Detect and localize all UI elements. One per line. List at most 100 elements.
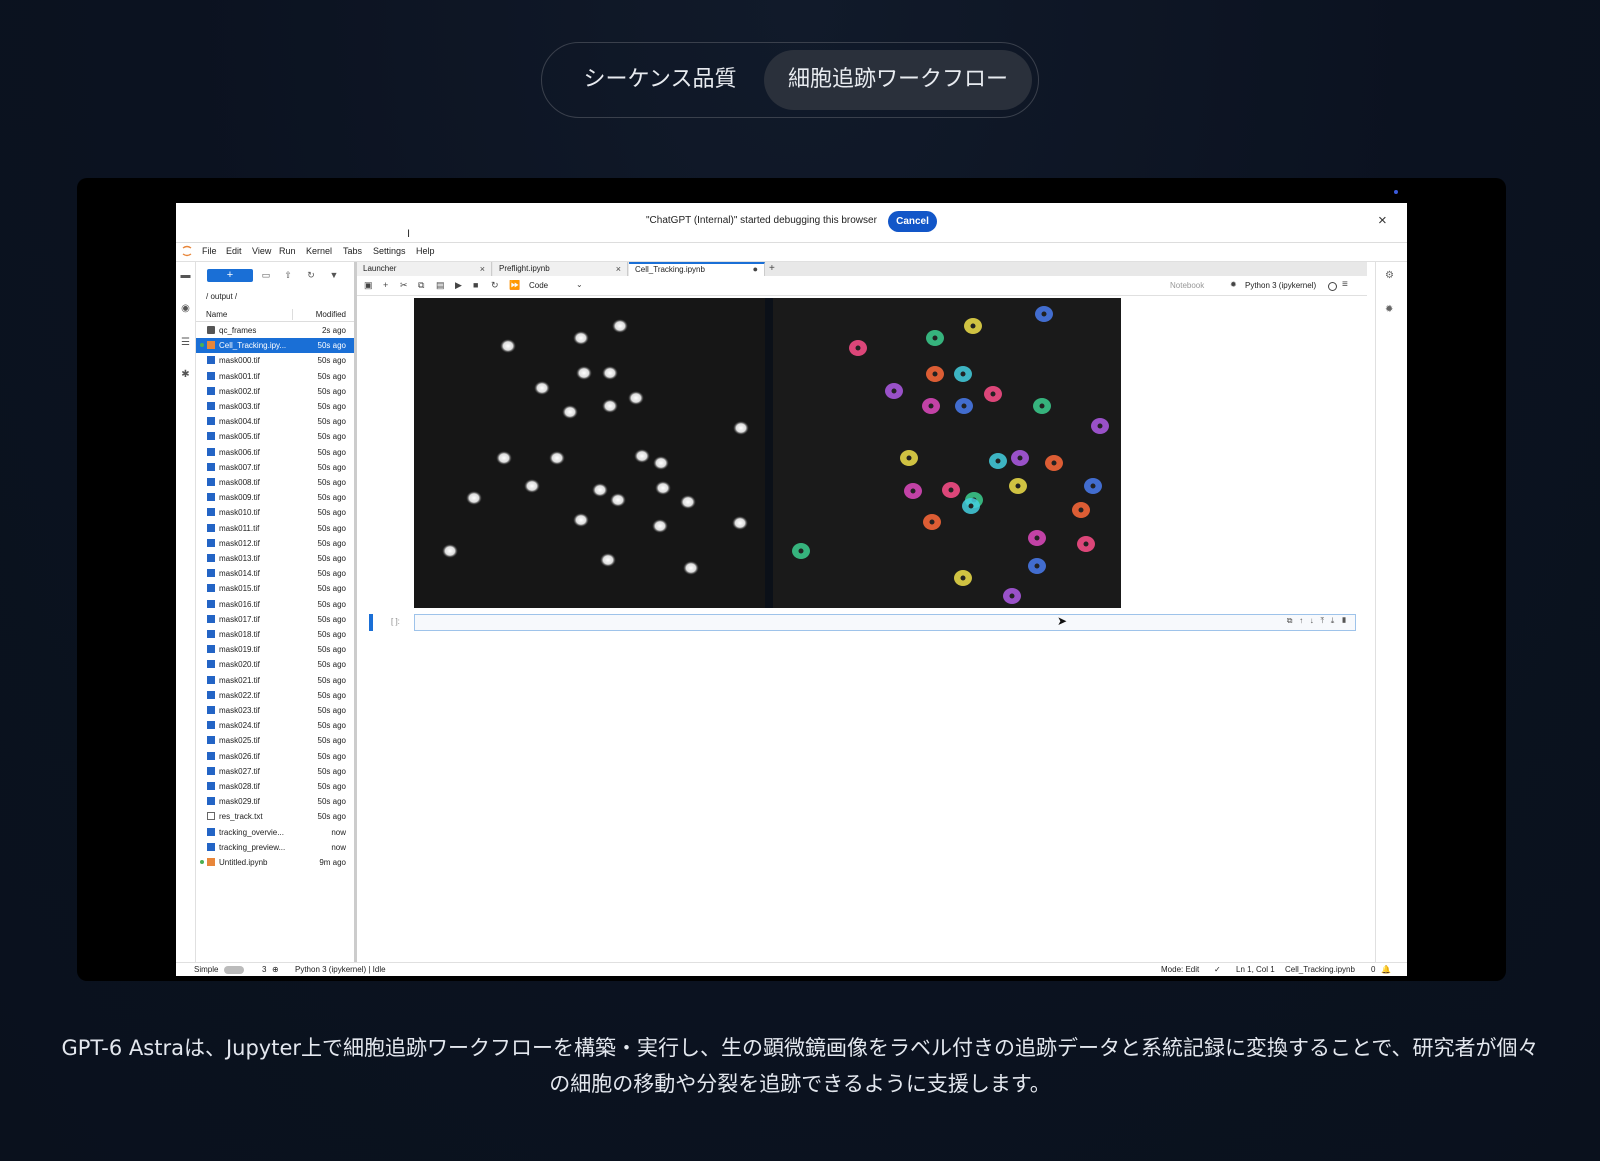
file-modified: 50s ago (317, 508, 346, 518)
kernel-status[interactable]: Python 3 (ipykernel) | Idle (295, 963, 386, 976)
file-row[interactable]: mask017.tif 50s ago (196, 612, 354, 627)
paste-icon[interactable]: ▤ (436, 280, 445, 291)
file-row[interactable]: mask009.tif 50s ago (196, 490, 354, 505)
file-row[interactable]: mask024.tif 50s ago (196, 718, 354, 733)
file-row[interactable]: Untitled.ipynb 9m ago (196, 855, 354, 870)
run-icon[interactable]: ▶ (455, 280, 462, 291)
file-row[interactable]: mask014.tif 50s ago (196, 566, 354, 581)
terminal-count[interactable]: 3 (262, 963, 266, 976)
cursor-position[interactable]: Ln 1, Col 1 (1236, 963, 1275, 976)
debugger-sidebar-icon[interactable]: ✹ (1385, 304, 1393, 315)
new-folder-icon[interactable]: ▭ (260, 269, 272, 281)
duplicate-icon[interactable]: ⧉ (1287, 616, 1293, 625)
close-tab-icon[interactable]: × (480, 262, 485, 276)
close-tab-icon[interactable]: × (616, 262, 621, 276)
cell-label-mark (970, 323, 976, 329)
cancel-button[interactable]: Cancel (888, 211, 937, 232)
file-row[interactable]: mask018.tif 50s ago (196, 627, 354, 642)
file-row[interactable]: mask019.tif 50s ago (196, 642, 354, 657)
toc-icon[interactable]: ☰ (180, 337, 191, 348)
file-row[interactable]: mask004.tif 50s ago (196, 414, 354, 429)
segment-cell-tracking-workflow[interactable]: 細胞追跡ワークフロー (764, 50, 1032, 110)
modified-column-header[interactable]: Modified (316, 310, 346, 319)
close-icon[interactable]: × (1378, 212, 1387, 229)
file-row[interactable]: mask010.tif 50s ago (196, 505, 354, 520)
file-row[interactable]: mask026.tif 50s ago (196, 749, 354, 764)
tab-launcher[interactable]: Launcher × (357, 262, 492, 276)
file-row[interactable]: mask003.tif 50s ago (196, 399, 354, 414)
tab-preflight[interactable]: Preflight.ipynb × (493, 262, 628, 276)
file-row[interactable]: mask028.tif 50s ago (196, 779, 354, 794)
file-row[interactable]: mask020.tif 50s ago (196, 657, 354, 672)
file-row[interactable]: mask007.tif 50s ago (196, 460, 354, 475)
file-row[interactable]: mask023.tif 50s ago (196, 703, 354, 718)
menu-run[interactable]: Run (279, 246, 296, 256)
file-row[interactable]: tracking_preview... now (196, 840, 354, 855)
debugger-icon[interactable]: ✹ (1230, 280, 1237, 289)
stop-icon[interactable]: ■ (473, 280, 478, 290)
copy-icon[interactable]: ⧉ (418, 280, 424, 291)
file-row[interactable]: mask000.tif 50s ago (196, 353, 354, 368)
cell-input[interactable]: ⧉ ↑ ↓ ⤒ ⤓ ▮ (414, 614, 1356, 631)
file-row[interactable]: mask001.tif 50s ago (196, 369, 354, 384)
kernel-name[interactable]: Python 3 (ipykernel) (1245, 281, 1316, 290)
upload-icon[interactable]: ⇧ (282, 269, 294, 281)
menu-view[interactable]: View (252, 246, 271, 256)
file-row[interactable]: mask008.tif 50s ago (196, 475, 354, 490)
file-row[interactable]: tracking_overvie... now (196, 825, 354, 840)
new-launcher-button[interactable]: + (207, 269, 253, 282)
notebook-label[interactable]: Notebook (1170, 281, 1204, 290)
save-icon[interactable]: ▣ (364, 280, 373, 291)
run-all-icon[interactable]: ⏩ (509, 280, 520, 291)
file-row[interactable]: mask011.tif 50s ago (196, 521, 354, 536)
bell-icon[interactable]: 🔔 (1381, 963, 1391, 976)
menu-file[interactable]: File (202, 246, 217, 256)
file-row[interactable]: mask012.tif 50s ago (196, 536, 354, 551)
simple-mode-toggle[interactable] (224, 966, 244, 974)
menu-icon[interactable]: ≡ (1342, 279, 1348, 290)
chevron-down-icon[interactable]: ⌄ (576, 280, 583, 289)
file-row[interactable]: qc_frames 2s ago (196, 323, 354, 338)
kernel-count-icon[interactable]: ⊕ (272, 963, 279, 976)
filter-icon[interactable]: ▼ (328, 269, 340, 281)
file-row[interactable]: mask021.tif 50s ago (196, 673, 354, 688)
menu-tabs[interactable]: Tabs (343, 246, 362, 256)
cell-type-select[interactable]: Code (529, 281, 548, 290)
move-up-icon[interactable]: ↑ (1299, 616, 1303, 625)
insert-above-icon[interactable]: ⤒ (1320, 616, 1324, 625)
menu-settings[interactable]: Settings (373, 246, 406, 256)
insert-cell-icon[interactable]: + (383, 280, 388, 290)
property-inspector-icon[interactable]: ⚙ (1385, 270, 1394, 281)
file-row[interactable]: mask013.tif 50s ago (196, 551, 354, 566)
file-row[interactable]: mask016.tif 50s ago (196, 597, 354, 612)
file-row[interactable]: Cell_Tracking.ipy... 50s ago (196, 338, 354, 354)
name-column-header[interactable]: Name (206, 310, 227, 319)
move-down-icon[interactable]: ↓ (1310, 616, 1314, 625)
restart-icon[interactable]: ↻ (491, 280, 499, 291)
insert-below-icon[interactable]: ⤓ (1331, 616, 1335, 625)
file-row[interactable]: mask015.tif 50s ago (196, 581, 354, 596)
breadcrumb[interactable]: / output / (206, 292, 237, 301)
refresh-icon[interactable]: ↻ (305, 269, 317, 281)
file-row[interactable]: mask005.tif 50s ago (196, 429, 354, 444)
file-row[interactable]: mask025.tif 50s ago (196, 733, 354, 748)
extension-icon[interactable]: ✱ (180, 369, 191, 380)
file-row[interactable]: mask027.tif 50s ago (196, 764, 354, 779)
tab-cell-tracking[interactable]: Cell_Tracking.ipynb ● (629, 262, 765, 276)
file-row[interactable]: mask006.tif 50s ago (196, 445, 354, 460)
file-row[interactable]: mask002.tif 50s ago (196, 384, 354, 399)
file-row[interactable]: mask029.tif 50s ago (196, 794, 354, 809)
menu-help[interactable]: Help (416, 246, 435, 256)
menu-edit[interactable]: Edit (226, 246, 242, 256)
file-row[interactable]: res_track.txt 50s ago (196, 809, 354, 824)
unsaved-dot-icon[interactable]: ● (753, 264, 758, 275)
notebook-icon (207, 858, 215, 866)
file-row[interactable]: mask022.tif 50s ago (196, 688, 354, 703)
folder-icon[interactable]: ▬ (180, 270, 191, 281)
running-icon[interactable]: ◉ (180, 303, 191, 314)
add-tab-icon[interactable]: + (769, 263, 775, 274)
delete-icon[interactable]: ▮ (1341, 616, 1347, 625)
cut-icon[interactable]: ✂ (400, 280, 408, 291)
segment-sequence-quality[interactable]: シーケンス品質 (552, 50, 768, 110)
menu-kernel[interactable]: Kernel (306, 246, 332, 256)
